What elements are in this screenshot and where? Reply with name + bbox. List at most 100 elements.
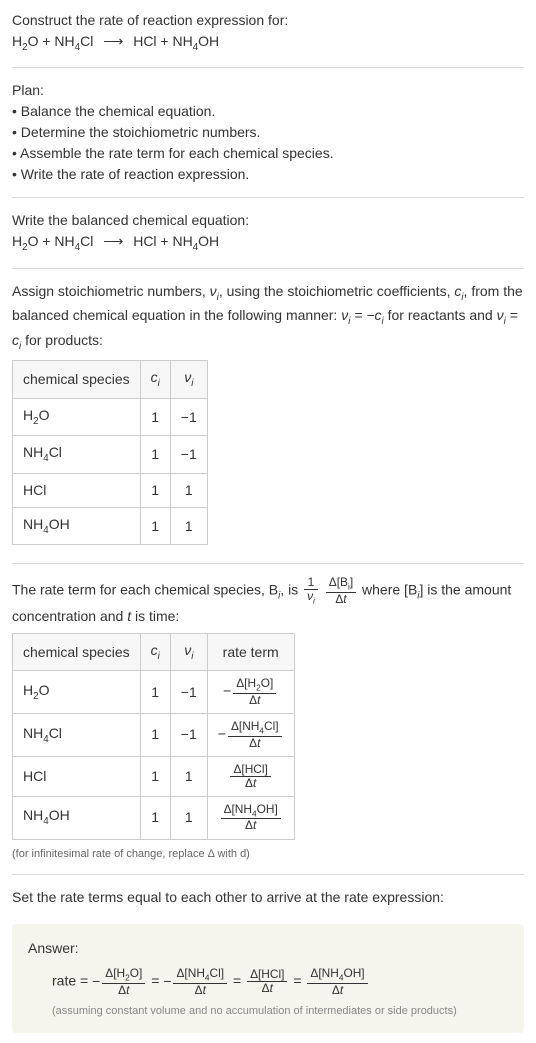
- table-row: NH4Cl 1 −1: [13, 436, 208, 473]
- den: νi: [304, 590, 318, 606]
- nu-cell: 1: [170, 756, 207, 796]
- col-rate-term: rate term: [207, 633, 294, 670]
- num: Δ[HCl]: [247, 968, 287, 982]
- plan-item: • Assemble the rate term for each chemic…: [12, 143, 524, 164]
- den: Δt: [326, 593, 356, 606]
- answer-expression: rate = −Δ[H2O]Δt = −Δ[NH4Cl]Δt = Δ[HCl]Δ…: [28, 967, 508, 997]
- intro-text: Construct the rate of reaction expressio…: [12, 10, 524, 31]
- plan-header: Plan:: [12, 80, 524, 101]
- frac: Δ[NH4OH]Δt: [307, 967, 367, 997]
- reactant: H2O + NH4Cl: [12, 33, 93, 49]
- species-cell: NH4OH: [13, 796, 141, 839]
- text: Assign stoichiometric numbers,: [12, 283, 210, 299]
- sign: −: [218, 726, 226, 742]
- balanced-section: Write the balanced chemical equation: H2…: [12, 210, 524, 268]
- assign-section: Assign stoichiometric numbers, νi , using…: [12, 281, 524, 564]
- table-row: NH4Cl 1 −1 −Δ[NH4Cl]Δt: [13, 714, 295, 757]
- frac-delta-b: Δ[Bi]Δt: [326, 576, 356, 606]
- nu-cell: 1: [170, 473, 207, 507]
- col-nu: νi: [170, 633, 207, 670]
- frac: Δ[NH4Cl]Δt: [228, 720, 282, 750]
- frac: Δ[HCl]Δt: [230, 763, 270, 790]
- term: −Δ[H2O]Δt: [92, 973, 147, 989]
- intro-equation: H2O + NH4Cl ⟶ HCl + NH4OH: [12, 31, 524, 55]
- num: 1: [304, 576, 318, 590]
- sign: −: [163, 973, 171, 989]
- c-cell: 1: [140, 796, 170, 839]
- final-section: Set the rate terms equal to each other t…: [12, 887, 524, 912]
- text: for products:: [21, 332, 103, 348]
- plan-item: • Write the rate of reaction expression.: [12, 164, 524, 185]
- balanced-equation: H2O + NH4Cl ⟶ HCl + NH4OH: [12, 231, 524, 255]
- frac: Δ[HCl]Δt: [247, 968, 287, 995]
- text: is time:: [131, 608, 179, 624]
- nu-cell: 1: [170, 796, 207, 839]
- c-cell: 1: [140, 714, 170, 757]
- table-row: HCl 1 1 Δ[HCl]Δt: [13, 756, 295, 796]
- table-row: H2O 1 −1: [13, 398, 208, 435]
- col-c: ci: [140, 361, 170, 398]
- equals: =: [233, 973, 245, 989]
- rate-cell: −Δ[NH4Cl]Δt: [207, 714, 294, 757]
- infinitesimal-note: (for infinitesimal rate of change, repla…: [12, 846, 524, 863]
- frac: Δ[NH4OH]Δt: [221, 803, 281, 833]
- product: HCl + NH4OH: [133, 233, 219, 249]
- species-cell: NH4OH: [13, 507, 141, 544]
- species-cell: H2O: [13, 398, 141, 435]
- col-c: ci: [140, 633, 170, 670]
- equals: =: [151, 973, 163, 989]
- nu-cell: −1: [170, 398, 207, 435]
- frac: Δ[H2O]Δt: [102, 967, 145, 997]
- den: Δt: [307, 984, 367, 997]
- table-row: H2O 1 −1 −Δ[H2O]Δt: [13, 671, 295, 714]
- col-nu: νi: [170, 361, 207, 398]
- col-species: chemical species: [13, 633, 141, 670]
- text: The rate term for each chemical species,…: [12, 582, 278, 598]
- rate-prefix: rate =: [52, 973, 92, 989]
- eq1: νi = −ci: [341, 307, 384, 323]
- rate-cell: −Δ[H2O]Δt: [207, 671, 294, 714]
- stoich-table: chemical species ci νi H2O 1 −1 NH4Cl 1 …: [12, 360, 208, 545]
- nu-cell: 1: [170, 507, 207, 544]
- species-cell: NH4Cl: [13, 714, 141, 757]
- species-cell: NH4Cl: [13, 436, 141, 473]
- num: Δ[HCl]: [230, 763, 270, 777]
- plan-item: • Determine the stoichiometric numbers.: [12, 122, 524, 143]
- den: Δt: [247, 982, 287, 995]
- plan-section: Plan: • Balance the chemical equation. •…: [12, 80, 524, 198]
- table-header-row: chemical species ci νi: [13, 361, 208, 398]
- term: Δ[HCl]Δt: [245, 973, 289, 989]
- term: −Δ[NH4Cl]Δt: [163, 973, 229, 989]
- den: Δt: [173, 984, 227, 997]
- c-cell: 1: [140, 756, 170, 796]
- table-header-row: chemical species ci νi rate term: [13, 633, 295, 670]
- frac: Δ[NH4Cl]Δt: [173, 967, 227, 997]
- reactant: H2O + NH4Cl: [12, 233, 93, 249]
- num: Δ[H2O]: [233, 677, 276, 694]
- answer-note: (assuming constant volume and no accumul…: [28, 1003, 508, 1020]
- rate-cell: Δ[HCl]Δt: [207, 756, 294, 796]
- balanced-text: Write the balanced chemical equation:: [12, 210, 524, 231]
- num: Δ[H2O]: [102, 967, 145, 984]
- rate-cell: Δ[NH4OH]Δt: [207, 796, 294, 839]
- num: Δ[NH4Cl]: [228, 720, 282, 737]
- arrow-icon: ⟶: [97, 33, 129, 49]
- c-cell: 1: [140, 398, 170, 435]
- species-cell: HCl: [13, 756, 141, 796]
- rate-term-table: chemical species ci νi rate term H2O 1 −…: [12, 633, 295, 840]
- nu-cell: −1: [170, 671, 207, 714]
- plan-item: • Balance the chemical equation.: [12, 101, 524, 122]
- text: , using the stoichiometric coefficients,: [219, 283, 455, 299]
- num: Δ[Bi]: [326, 576, 356, 593]
- num: Δ[NH4Cl]: [173, 967, 227, 984]
- equals: =: [293, 973, 305, 989]
- frac-one-over-nu: 1νi: [304, 576, 318, 606]
- c-cell: 1: [140, 507, 170, 544]
- den: Δt: [230, 777, 270, 790]
- assign-text: Assign stoichiometric numbers, νi, using…: [12, 281, 524, 354]
- rate-term-text: The rate term for each chemical species,…: [12, 576, 524, 627]
- col-species: chemical species: [13, 361, 141, 398]
- species-cell: H2O: [13, 671, 141, 714]
- final-text: Set the rate terms equal to each other t…: [12, 887, 524, 908]
- text: where [B: [362, 582, 417, 598]
